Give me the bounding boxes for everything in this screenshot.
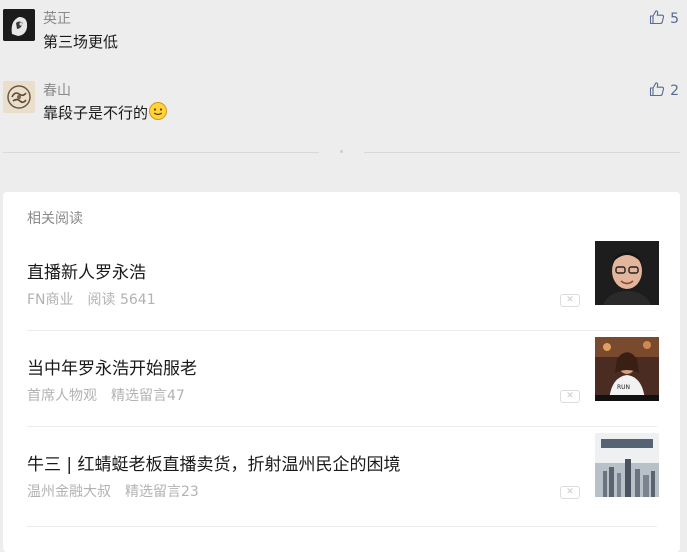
item-divider (27, 526, 657, 527)
item-divider (27, 330, 657, 331)
comment-text-content: 靠段子是不行的 (43, 104, 149, 122)
article-title[interactable]: 直播新人罗永浩 (27, 258, 146, 283)
commenter-name: 春山 (43, 83, 71, 99)
close-icon[interactable]: ✕ (560, 294, 580, 307)
article-meta: 首席人物观 精选留言47 (27, 385, 185, 405)
thumbs-up-icon (649, 81, 665, 101)
comment-text: 第三场更低 (43, 33, 119, 51)
smile-emoji-icon (148, 101, 168, 125)
avatar[interactable] (3, 9, 35, 41)
article-thumbnail[interactable] (595, 433, 659, 497)
comment-text: 靠段子是不行的 (43, 101, 168, 125)
related-article-item[interactable]: 直播新人罗永浩 FN商业 阅读 5641 ✕ (27, 241, 659, 354)
related-article-item[interactable]: 牛三 | 红蜻蜓老板直播卖货，折射温州民企的困境 温州金融大叔 精选留言23 ✕ (27, 433, 659, 546)
related-reading-title: 相关阅读 (27, 211, 83, 227)
article-stat: 精选留言23 (125, 484, 199, 500)
article-meta: 温州金融大叔 精选留言23 (27, 481, 199, 501)
related-reading-card: 相关阅读 直播新人罗永浩 FN商业 阅读 5641 ✕ 当中年罗永浩开始服老 首席… (3, 192, 680, 552)
divider-left (3, 152, 319, 153)
article-title[interactable]: 当中年罗永浩开始服老 (27, 354, 197, 379)
related-article-item[interactable]: 当中年罗永浩开始服老 首席人物观 精选留言47 ✕ RUN (27, 337, 659, 450)
article-meta: FN商业 阅读 5641 (27, 289, 156, 309)
like-count: 2 (670, 83, 679, 99)
svg-text:RUN: RUN (617, 384, 630, 391)
like-count: 5 (670, 11, 679, 27)
article-thumbnail[interactable] (595, 241, 659, 305)
article-source: 首席人物观 (27, 388, 97, 404)
close-icon[interactable]: ✕ (560, 390, 580, 403)
divider-dot (340, 150, 343, 153)
article-thumbnail[interactable]: RUN (595, 337, 659, 401)
article-source: 温州金融大叔 (27, 484, 111, 500)
item-divider (27, 426, 657, 427)
close-icon[interactable]: ✕ (560, 486, 580, 499)
article-stat: 阅读 5641 (87, 292, 156, 308)
thumbs-up-icon (649, 9, 665, 29)
article-source: FN商业 (27, 292, 74, 308)
article-title[interactable]: 牛三 | 红蜻蜓老板直播卖货，折射温州民企的困境 (27, 450, 401, 475)
article-stat: 精选留言47 (111, 388, 185, 404)
commenter-name: 英正 (43, 11, 71, 27)
like-button[interactable]: 2 (649, 81, 679, 101)
like-button[interactable]: 5 (649, 9, 679, 29)
avatar[interactable] (3, 81, 35, 113)
divider-right (364, 152, 680, 153)
